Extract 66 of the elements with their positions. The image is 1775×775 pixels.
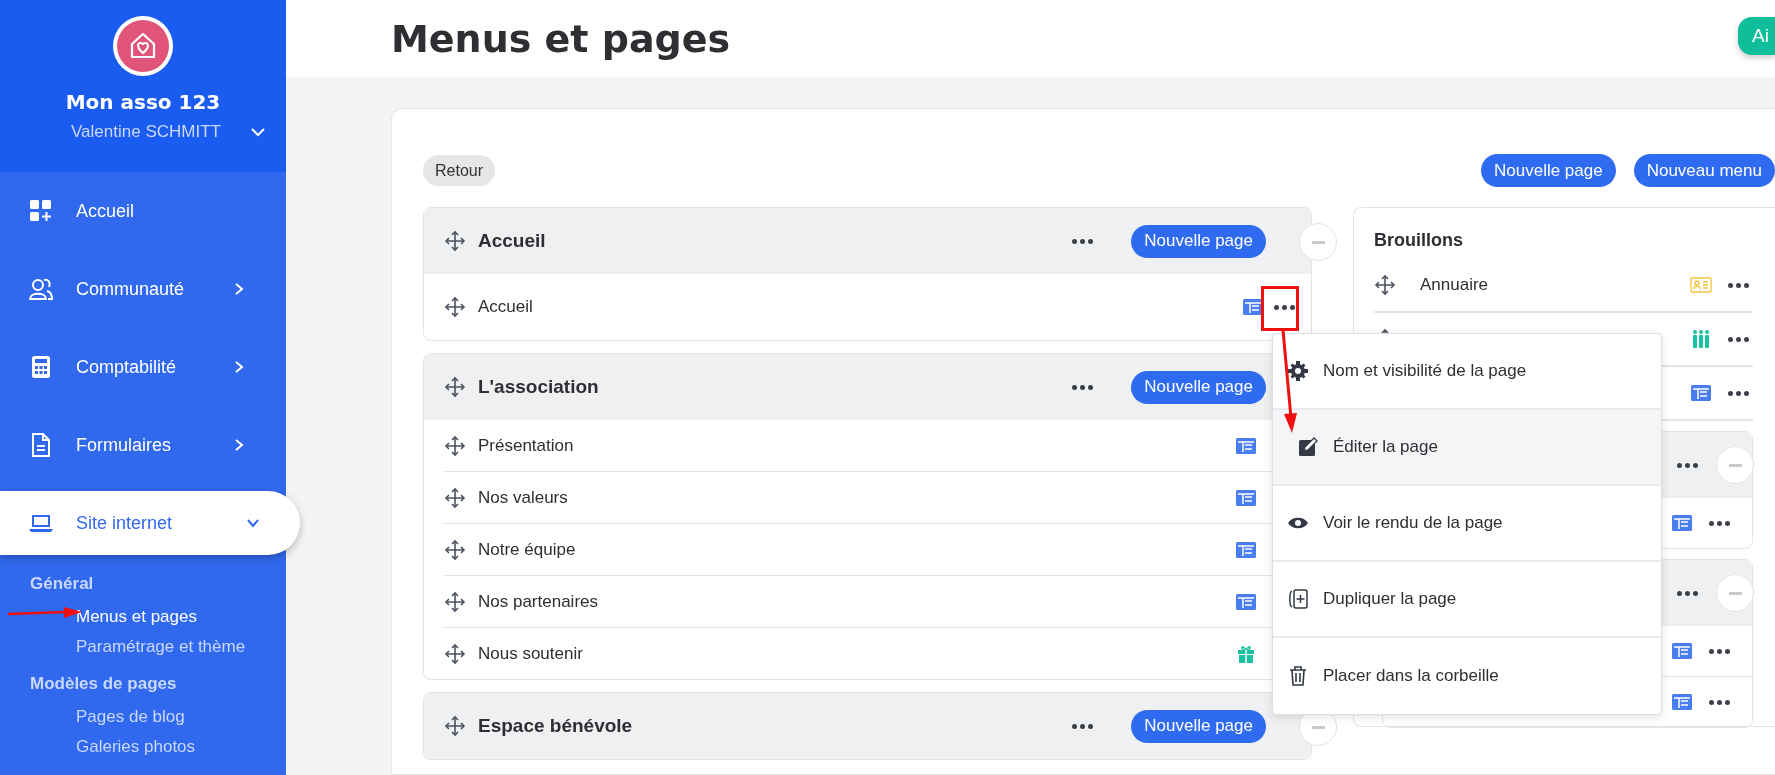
primary-button[interactable]: Nouvelle page <box>1481 154 1616 187</box>
page-name[interactable]: Notre équipe <box>478 539 1235 560</box>
submenu-link[interactable]: Paramétrage et thème <box>30 632 286 662</box>
people-icon <box>28 276 54 302</box>
menu-item[interactable]: Voir le rendu de la page <box>1273 486 1661 562</box>
menu-title: Espace bénévole <box>478 715 634 737</box>
layout-icon <box>1235 487 1257 508</box>
edit-icon <box>1297 436 1319 458</box>
contact-icon <box>1690 275 1712 295</box>
page-name[interactable]: Annuaire <box>1420 275 1543 295</box>
page-name[interactable]: Nous soutenir <box>478 643 1235 664</box>
page-name[interactable]: Nos valeurs <box>478 487 1235 508</box>
move-icon[interactable] <box>444 296 466 318</box>
nav-item[interactable]: Formulaires <box>0 406 286 484</box>
annotation-box <box>1261 286 1299 331</box>
move-icon[interactable] <box>444 590 466 613</box>
submenu-link[interactable]: Galeries photos <box>30 732 286 762</box>
layout-icon <box>1671 513 1693 533</box>
menu-item[interactable]: Placer dans la corbeille <box>1273 638 1661 714</box>
move-icon[interactable] <box>444 715 466 737</box>
move-icon[interactable] <box>444 486 466 509</box>
move-icon[interactable] <box>444 642 466 665</box>
page-title: Menus et pages <box>391 16 731 61</box>
nav-item[interactable]: Accueil <box>0 172 286 250</box>
menu-item[interactable]: Éditer la page <box>1273 410 1661 486</box>
menu-title: Accueil <box>478 230 547 252</box>
page-name[interactable]: Présentation <box>478 435 1235 456</box>
move-icon[interactable] <box>444 538 466 561</box>
back-button[interactable]: Retour <box>423 155 496 186</box>
page-name[interactable]: Nos partenaires <box>478 591 1235 612</box>
settings-icon <box>1287 360 1309 382</box>
section-heading: Modèles de pages <box>30 674 178 694</box>
dashboard-icon <box>28 198 54 224</box>
layout-icon <box>1235 539 1257 560</box>
trash-icon <box>1287 665 1309 687</box>
submenu-link[interactable]: Menus et pages <box>30 602 286 632</box>
move-icon[interactable] <box>1374 274 1396 296</box>
layout-icon <box>1235 591 1257 612</box>
nav-item[interactable]: Communauté <box>0 250 286 328</box>
drafts-title: Brouillons <box>1374 230 1464 251</box>
organization-name: Mon asso 123 <box>65 90 221 114</box>
people-icon <box>1690 329 1712 349</box>
primary-button[interactable]: Nouveau menu <box>1633 154 1775 187</box>
logo-icon <box>113 16 173 76</box>
page-name[interactable]: Accueil <box>478 297 1242 317</box>
new-page-button[interactable]: Nouvelle page <box>1131 709 1266 743</box>
section-heading: Général <box>30 574 95 594</box>
move-icon[interactable] <box>444 434 466 457</box>
chevron-down-icon[interactable] <box>250 127 265 137</box>
move-icon[interactable] <box>444 230 466 252</box>
menu-item[interactable]: Dupliquer la page <box>1273 562 1661 638</box>
layout-icon <box>1671 641 1693 661</box>
layout-icon <box>1671 692 1693 712</box>
layout-icon <box>1690 383 1712 403</box>
move-icon[interactable] <box>444 376 466 398</box>
new-page-button[interactable]: Nouvelle page <box>1131 370 1266 404</box>
duplicate-icon <box>1287 588 1309 610</box>
new-page-button[interactable]: Nouvelle page <box>1131 224 1266 258</box>
menu-title: L'association <box>478 376 600 398</box>
nav-item[interactable]: Site internet <box>0 491 300 555</box>
submenu-link[interactable]: Pages de blog <box>30 702 286 732</box>
gift-icon <box>1235 643 1257 664</box>
user-name[interactable]: Valentine SCHMITT <box>71 122 221 142</box>
layout-icon <box>1242 297 1264 317</box>
layout-icon <box>1235 435 1257 456</box>
nav-item[interactable]: Comptabilité <box>0 328 286 406</box>
